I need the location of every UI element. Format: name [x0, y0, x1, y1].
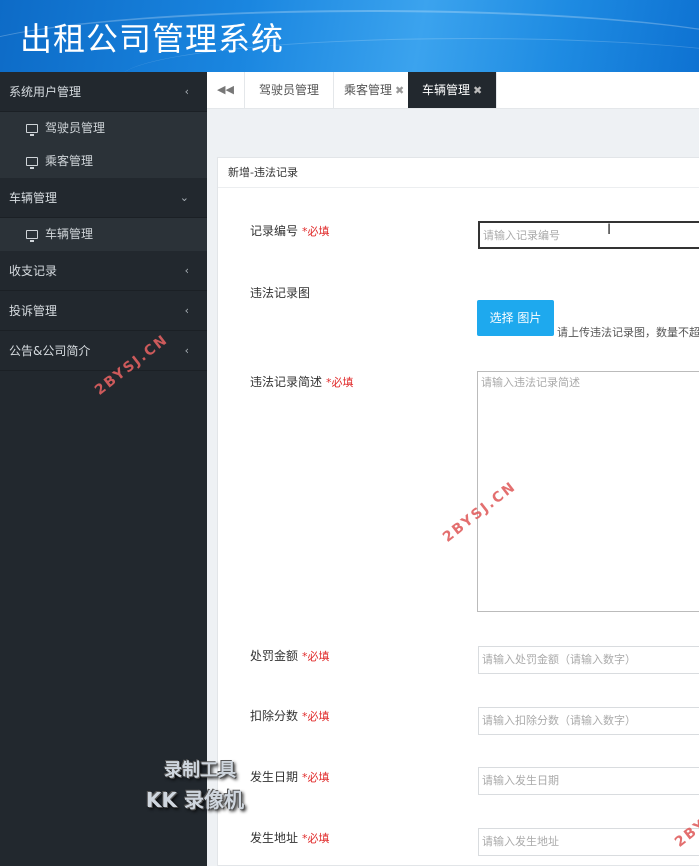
- points-label: 扣除分数 *必填: [250, 707, 330, 724]
- sidebar: 系统用户管理 ‹ 驾驶员管理 乘客管理 车辆管理 ⌄ 车辆管理 收支记录 ‹ 投…: [0, 72, 207, 866]
- summary-label: 违法记录简述 *必填: [250, 373, 354, 390]
- submenu: 驾驶员管理 乘客管理: [0, 112, 207, 178]
- address-input[interactable]: 请输入发生地址: [478, 828, 699, 856]
- app-title: 出租公司管理系统: [20, 20, 285, 58]
- record-no-input[interactable]: 请输入记录编号: [478, 221, 699, 249]
- fine-input[interactable]: 请输入处罚金额（请输入数字）: [478, 646, 699, 674]
- date-input[interactable]: 请输入发生日期: [478, 767, 699, 795]
- sidebar-item-drivers[interactable]: 驾驶员管理: [0, 112, 207, 145]
- label-text: 发生地址: [250, 831, 299, 845]
- sidebar-group-label: 收支记录: [9, 264, 58, 278]
- tab-label: 乘客管理: [344, 83, 393, 97]
- tab-vehicles[interactable]: 车辆管理 ✖: [408, 72, 498, 108]
- sidebar-group-complaints[interactable]: 投诉管理 ‹: [0, 291, 207, 331]
- date-label: 发生日期 *必填: [250, 768, 330, 785]
- sidebar-item-label: 车辆管理: [45, 227, 94, 241]
- sidebar-item-label: 驾驶员管理: [45, 121, 106, 135]
- required-mark: *必填: [326, 376, 354, 389]
- tab-passengers[interactable]: 乘客管理 ✖: [330, 72, 420, 108]
- tab-scroll-left-icon[interactable]: ◀◀: [207, 72, 245, 108]
- app-header: 出租公司管理系统: [0, 0, 699, 72]
- label-text: 违法记录简述: [250, 375, 323, 389]
- address-label: 发生地址 *必填: [250, 829, 330, 846]
- fine-label: 处罚金额 *必填: [250, 647, 330, 664]
- label-text: 记录编号: [250, 224, 299, 238]
- label-text: 处罚金额: [250, 649, 299, 663]
- chevron-down-icon: ⌄: [179, 191, 189, 204]
- tab-bar: ◀◀ 驾驶员管理 乘客管理 ✖ 车辆管理 ✖: [207, 72, 699, 109]
- upload-hint: 请上传违法记录图，数量不超: [557, 326, 699, 339]
- close-icon[interactable]: ✖: [395, 84, 404, 97]
- label-text: 扣除分数: [250, 709, 299, 723]
- sidebar-item-vehicles[interactable]: 车辆管理: [0, 218, 207, 251]
- required-mark: *必填: [302, 650, 330, 663]
- chevron-left-icon: ‹: [184, 304, 189, 317]
- close-icon[interactable]: ✖: [473, 84, 482, 97]
- chevron-left-icon: ‹: [184, 344, 189, 357]
- sidebar-group-label: 系统用户管理: [9, 85, 82, 99]
- tab-drivers[interactable]: 驾驶员管理: [245, 72, 335, 108]
- sidebar-group-label: 公告&公司简介: [9, 344, 91, 358]
- sidebar-group-finance[interactable]: 收支记录 ‹: [0, 251, 207, 291]
- tab-label: 驾驶员管理: [259, 83, 320, 97]
- image-label: 违法记录图: [250, 286, 311, 300]
- sidebar-group-system-users[interactable]: 系统用户管理 ‹: [0, 72, 207, 112]
- sidebar-group-vehicles[interactable]: 车辆管理 ⌄: [0, 178, 207, 218]
- sidebar-group-label: 投诉管理: [9, 304, 58, 318]
- choose-image-button[interactable]: 选择 图片: [477, 300, 554, 336]
- sidebar-group-label: 车辆管理: [9, 191, 58, 205]
- recorder-watermark: 录制工具: [164, 760, 236, 781]
- tab-label: 车辆管理: [422, 83, 471, 97]
- monitor-icon: [26, 230, 38, 242]
- sidebar-group-announcements[interactable]: 公告&公司简介 ‹: [0, 331, 207, 371]
- required-mark: *必填: [302, 771, 330, 784]
- monitor-icon: [26, 124, 38, 136]
- chevron-left-icon: ‹: [184, 264, 189, 277]
- required-mark: *必填: [302, 832, 330, 845]
- sidebar-item-label: 乘客管理: [45, 154, 94, 168]
- chevron-left-icon: ‹: [184, 85, 189, 98]
- recorder-watermark: KK 录像机: [146, 788, 244, 812]
- submenu: 车辆管理: [0, 218, 207, 251]
- panel-title: 新增-违法记录: [218, 158, 699, 188]
- record-no-label: 记录编号 *必填: [250, 222, 330, 239]
- points-input[interactable]: 请输入扣除分数（请输入数字）: [478, 707, 699, 735]
- monitor-icon: [26, 157, 38, 169]
- text-cursor-icon: I: [607, 222, 612, 238]
- label-text: 发生日期: [250, 770, 299, 784]
- required-mark: *必填: [302, 710, 330, 723]
- sidebar-item-passengers[interactable]: 乘客管理: [0, 145, 207, 178]
- required-mark: *必填: [302, 225, 330, 238]
